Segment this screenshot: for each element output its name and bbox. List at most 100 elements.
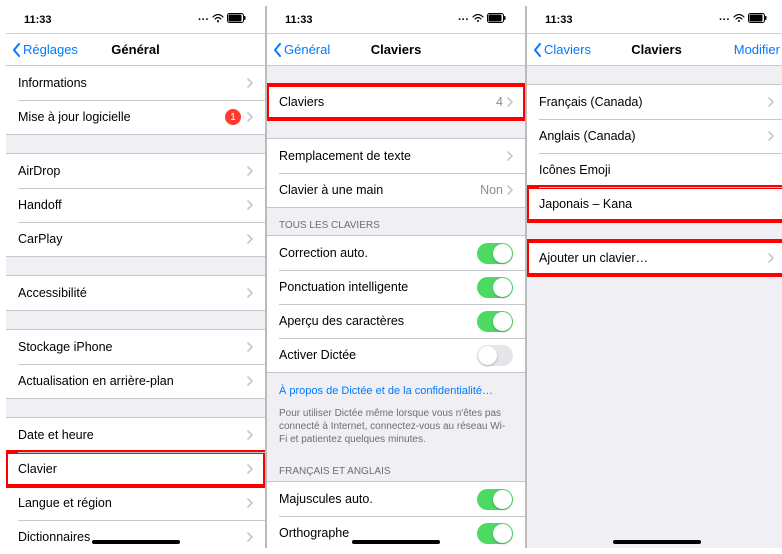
nav-bar: Général Claviers: [267, 34, 525, 66]
nav-bar: Claviers Claviers Modifier: [527, 34, 782, 66]
row-stockage-iphone[interactable]: Stockage iPhone: [6, 330, 265, 364]
row-clavier[interactable]: Clavier: [6, 452, 265, 486]
row-label: Stockage iPhone: [18, 340, 247, 354]
home-indicator[interactable]: [92, 540, 180, 544]
row-label: Handoff: [18, 198, 247, 212]
nav-bar: Réglages Général: [6, 34, 265, 66]
battery-icon: [748, 13, 768, 26]
row-label: Mise à jour logicielle: [18, 110, 225, 124]
toggle-switch[interactable]: [477, 243, 513, 264]
row-informations[interactable]: Informations: [6, 66, 265, 100]
row-actualisation-en-arri-re-plan[interactable]: Actualisation en arrière-plan: [6, 364, 265, 398]
home-indicator[interactable]: [613, 540, 701, 544]
status-bar: 11:33 ···: [6, 6, 265, 34]
group-claviers-count: Claviers4: [267, 84, 525, 120]
back-button[interactable]: Claviers: [533, 42, 591, 57]
row-label: Japonais – Kana: [539, 197, 774, 211]
row-remplacement-de-texte[interactable]: Remplacement de texte: [267, 139, 525, 173]
toggle-switch[interactable]: [477, 523, 513, 544]
row-aper-u-des-caract-res[interactable]: Aperçu des caractères: [267, 304, 525, 338]
row-label: Aperçu des caractères: [279, 314, 477, 328]
row-label: Informations: [18, 76, 247, 90]
row-label: Correction auto.: [279, 246, 477, 260]
group-add-keyboard: Ajouter un clavier…: [527, 240, 782, 276]
row-value: 4: [496, 95, 503, 109]
row-handoff[interactable]: Handoff: [6, 188, 265, 222]
row-ajouter-un-clavier-[interactable]: Ajouter un clavier…: [527, 241, 782, 275]
wifi-icon: [472, 14, 484, 26]
group-fr-toggles: Majuscules auto.OrthographeMaj. verrouil…: [267, 482, 525, 548]
status-time: 11:33: [545, 14, 573, 26]
group-all-toggles: Correction auto. Ponctuation intelligente…: [267, 236, 525, 373]
row-majuscules-auto-[interactable]: Majuscules auto.: [267, 482, 525, 516]
toggle-switch[interactable]: [477, 277, 513, 298]
update-badge: 1: [225, 109, 241, 125]
row-claviers[interactable]: Claviers4: [267, 85, 525, 119]
row-value: Non: [480, 183, 503, 197]
back-label: Général: [284, 42, 330, 57]
group-airdrop: AirDrop Handoff CarPlay: [6, 153, 265, 257]
back-button[interactable]: Général: [273, 42, 330, 57]
row-label: Langue et région: [18, 496, 247, 510]
toggle-switch[interactable]: [477, 311, 513, 332]
row-clavier-une-main[interactable]: Clavier à une mainNon: [267, 173, 525, 207]
status-time: 11:33: [24, 14, 52, 26]
screen-keyboards: 11:33 ··· Général Claviers Claviers4 Rem…: [266, 6, 526, 548]
row-accessibilit-[interactable]: Accessibilité: [6, 276, 265, 310]
row-label: AirDrop: [18, 164, 247, 178]
row-airdrop[interactable]: AirDrop: [6, 154, 265, 188]
status-bar: 11:33 ···: [527, 6, 782, 34]
row-label: Français (Canada): [539, 95, 768, 109]
group-info: Informations Mise à jour logicielle1: [6, 66, 265, 135]
chevron-left-icon: [273, 43, 282, 57]
edit-button[interactable]: Modifier: [734, 42, 780, 57]
three-screens: 11:33 ··· Réglages Général Informations M…: [6, 6, 782, 548]
status-right: ···: [458, 13, 507, 26]
wifi-icon: [212, 14, 224, 26]
row-fran-ais-canada-[interactable]: Français (Canada): [527, 85, 782, 119]
row-label: Activer Dictée: [279, 348, 477, 362]
group-keyboard-list: Français (Canada) Anglais (Canada) Icônes …: [527, 84, 782, 222]
toggle-switch[interactable]: [477, 489, 513, 510]
row-ic-nes-emoji[interactable]: Icônes Emoji: [527, 153, 782, 187]
status-bar: 11:33 ···: [267, 6, 525, 34]
row-label: Orthographe: [279, 526, 477, 540]
dots-icon: ···: [458, 14, 469, 26]
row-carplay[interactable]: CarPlay: [6, 222, 265, 256]
back-label: Claviers: [544, 42, 591, 57]
battery-icon: [227, 13, 247, 26]
row-date-et-heure[interactable]: Date et heure: [6, 418, 265, 452]
group-replace: Remplacement de texte Clavier à une mainN…: [267, 138, 525, 208]
content: Français (Canada) Anglais (Canada) Icônes …: [527, 66, 782, 548]
content: Claviers4 Remplacement de texte Clavier à…: [267, 66, 525, 548]
screen-keyboard-list: 11:33 ··· Claviers Claviers Modifier Fra…: [526, 6, 782, 548]
row-label: Clavier à une main: [279, 183, 480, 197]
section-all-keyboards: TOUS LES CLAVIERS: [267, 208, 525, 236]
row-label: Accessibilité: [18, 286, 247, 300]
row-label: Clavier: [18, 462, 247, 476]
row-langue-et-r-gion[interactable]: Langue et région: [6, 486, 265, 520]
dictation-privacy-link[interactable]: À propos de Dictée et de la confidential…: [279, 385, 493, 397]
row-label: Icônes Emoji: [539, 163, 774, 177]
dictation-note: Pour utiliser Dictée même lorsque vous n…: [267, 403, 525, 454]
screen-general: 11:33 ··· Réglages Général Informations M…: [6, 6, 266, 548]
row-label: Ponctuation intelligente: [279, 280, 477, 294]
row-mise-jour-logicielle[interactable]: Mise à jour logicielle1: [6, 100, 265, 134]
dots-icon: ···: [198, 14, 209, 26]
section-fr-en: FRANÇAIS ET ANGLAIS: [267, 454, 525, 482]
row-label: Remplacement de texte: [279, 149, 507, 163]
row-correction-auto-[interactable]: Correction auto.: [267, 236, 525, 270]
group-access: Accessibilité: [6, 275, 265, 311]
toggle-switch[interactable]: [477, 345, 513, 366]
home-indicator[interactable]: [352, 540, 440, 544]
row-japonais-kana[interactable]: Japonais – Kana: [527, 187, 782, 221]
back-button[interactable]: Réglages: [12, 42, 78, 57]
row-ponctuation-intelligente[interactable]: Ponctuation intelligente: [267, 270, 525, 304]
dictation-link-row: À propos de Dictée et de la confidential…: [267, 373, 525, 403]
group-date-keyboard: Date et heureClavierLangue et régionDict…: [6, 417, 265, 548]
row-activer-dict-e[interactable]: Activer Dictée: [267, 338, 525, 372]
row-anglais-canada-[interactable]: Anglais (Canada): [527, 119, 782, 153]
row-label: Date et heure: [18, 428, 247, 442]
content: Informations Mise à jour logicielle1 AirD…: [6, 66, 265, 548]
row-label: Ajouter un clavier…: [539, 251, 768, 265]
